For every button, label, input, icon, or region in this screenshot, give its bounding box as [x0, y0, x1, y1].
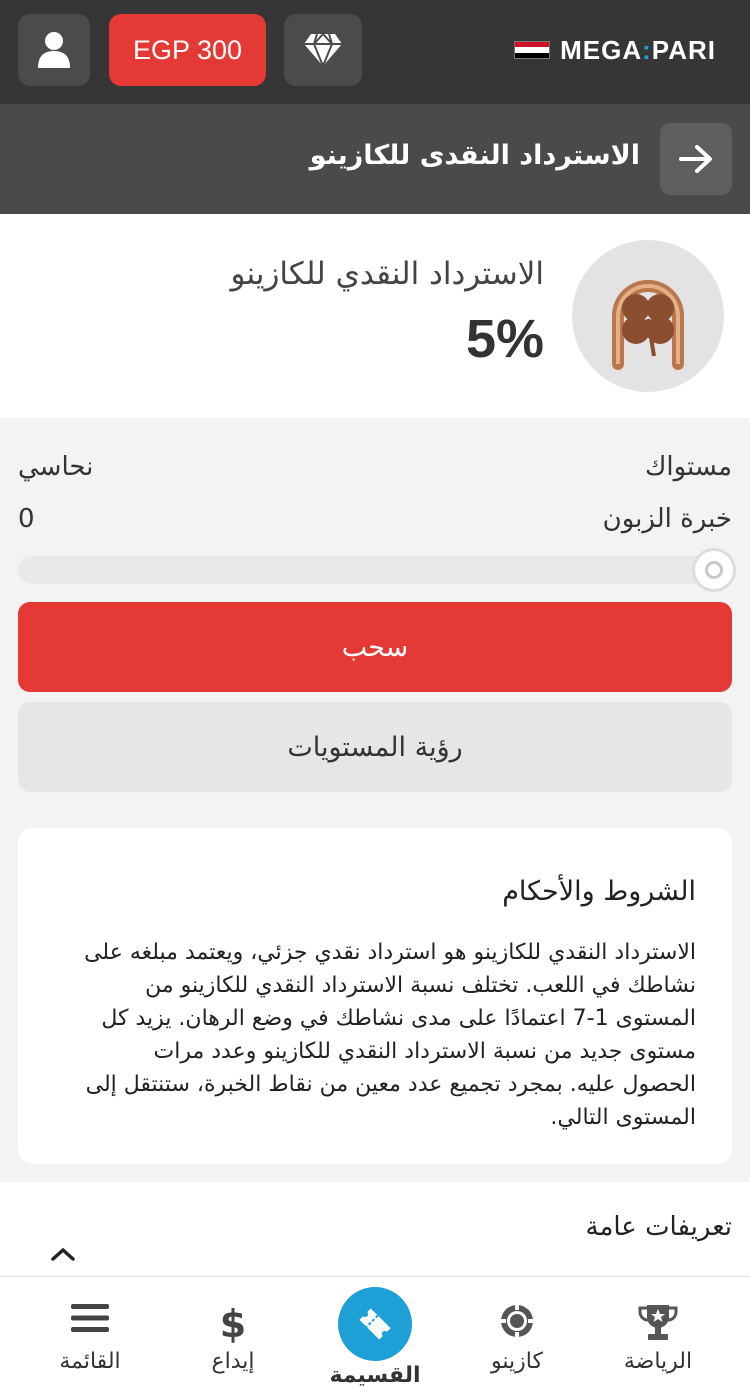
- nav-deposit-label: إيداع: [211, 1349, 255, 1374]
- terms-title: الشروط والأحكام: [502, 876, 696, 907]
- level-label: مستواك: [644, 452, 732, 482]
- nav-casino[interactable]: كازينو: [447, 1277, 587, 1397]
- nav-deposit[interactable]: $ إيداع: [163, 1277, 303, 1397]
- arrow-right-icon: [679, 145, 712, 173]
- progress-knob: [692, 548, 736, 592]
- terms-card: الشروط والأحكام الاسترداد النقدي للكازين…: [18, 828, 732, 1164]
- user-icon: [38, 32, 70, 68]
- withdraw-button[interactable]: سحب: [18, 602, 732, 692]
- nav-coupon-label: القسيمة: [329, 1363, 421, 1388]
- nav-menu-label: القائمة: [59, 1349, 121, 1374]
- bottom-navigation: القائمة $ إيداع القسيمة كازينو الرياضة: [0, 1276, 750, 1397]
- hamburger-menu-icon: [71, 1304, 109, 1332]
- view-levels-button[interactable]: رؤية المستويات: [18, 702, 732, 792]
- back-button[interactable]: [660, 123, 732, 195]
- coupon-active-indicator: [338, 1287, 412, 1361]
- diamond-icon: [304, 33, 342, 68]
- terms-body: الاسترداد النقدي للكازينو هو استرداد نقد…: [84, 940, 696, 1130]
- nav-sports[interactable]: الرياضة: [588, 1277, 728, 1397]
- balance-button[interactable]: EGP 300: [109, 14, 266, 86]
- page-title: الاسترداد النقدى للكازينو: [309, 140, 640, 171]
- clover-horseshoe-icon: [612, 280, 684, 370]
- cashback-badge: [572, 240, 724, 392]
- nav-casino-label: كازينو: [491, 1349, 543, 1374]
- svg-text:$: $: [220, 1303, 246, 1343]
- page-header: الاسترداد النقدى للكازينو: [0, 104, 750, 214]
- cashback-percent: 5%: [465, 309, 544, 369]
- experience-value: 0: [18, 504, 35, 534]
- profile-button[interactable]: [18, 14, 90, 86]
- vip-button[interactable]: [284, 14, 362, 86]
- nav-menu[interactable]: القائمة: [20, 1277, 160, 1397]
- definitions-title: تعريفات عامة: [585, 1212, 732, 1242]
- ticket-icon: [359, 1308, 391, 1340]
- definitions-section[interactable]: تعريفات عامة: [0, 1182, 750, 1276]
- experience-progress-bar: [18, 548, 736, 592]
- brand-wordmark: MEGA:PARI: [560, 34, 716, 65]
- level-section: مستواك نحاسي خبرة الزبون 0 سحب رؤية المس…: [0, 418, 750, 813]
- trophy-icon: [638, 1305, 678, 1340]
- casino-chip-icon: [500, 1304, 534, 1338]
- dollar-icon: $: [220, 1303, 246, 1343]
- top-bar: EGP 300 MEGA:PARI: [0, 0, 750, 104]
- nav-sports-label: الرياضة: [623, 1349, 693, 1374]
- level-value: نحاسي: [18, 452, 94, 482]
- chevron-up-icon[interactable]: [50, 1246, 76, 1262]
- egypt-flag-icon: [514, 41, 551, 59]
- nav-coupon[interactable]: القسيمة: [305, 1277, 445, 1397]
- experience-label: خبرة الزبون: [602, 504, 732, 534]
- cashback-card: الاسترداد النقدي للكازينو 5%: [0, 214, 750, 418]
- cashback-name: الاسترداد النقدي للكازينو: [230, 256, 544, 292]
- brand-logo: MEGA:PARI: [514, 34, 716, 66]
